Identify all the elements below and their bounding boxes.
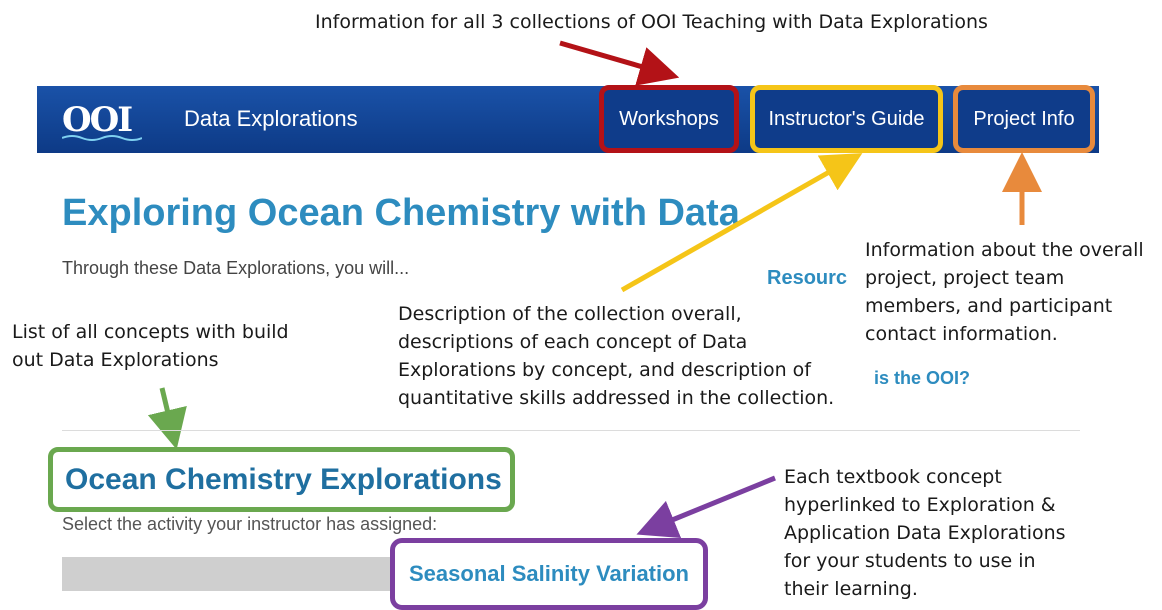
annotation-line: their learning. bbox=[784, 578, 918, 600]
annotation-line: for your students to use in bbox=[784, 550, 1036, 572]
annotation-line: List of all concepts with build bbox=[12, 321, 289, 343]
annotation-line: quantitative skills addressed in the col… bbox=[398, 387, 835, 409]
activity-placeholder-bar bbox=[62, 557, 392, 591]
annotation-line: out Data Explorations bbox=[12, 349, 219, 371]
annotation-line: Explorations by concept, and description… bbox=[398, 359, 811, 381]
divider bbox=[62, 430, 1080, 431]
annotation-line: descriptions of each concept of Data bbox=[398, 331, 748, 353]
resources-heading: Resourc bbox=[767, 267, 848, 289]
section-title: Ocean Chemistry Explorations bbox=[48, 447, 515, 512]
annotation-line: Information about the overall bbox=[865, 239, 1144, 261]
annotation-line: Each textbook concept bbox=[784, 466, 1002, 488]
annotation-line: project, project team bbox=[865, 267, 1065, 289]
annotation-textbook-concept: Each textbook concept hyperlinked to Exp… bbox=[784, 463, 1066, 603]
what-is-ooi-link[interactable]: is the OOI? bbox=[874, 368, 970, 389]
annotation-line: hyperlinked to Exploration & bbox=[784, 494, 1056, 516]
page-subtitle: Through these Data Explorations, you wil… bbox=[62, 258, 410, 278]
annotation-line: members, and participant bbox=[865, 295, 1113, 317]
annotation-instructors-guide: Description of the collection overall, d… bbox=[398, 300, 835, 412]
seasonal-salinity-link[interactable]: Seasonal Salinity Variation bbox=[390, 538, 708, 610]
annotation-line: Description of the collection overall, bbox=[398, 303, 742, 325]
annotation-line: Application Data Explorations bbox=[784, 522, 1066, 544]
annotation-line: contact information. bbox=[865, 323, 1058, 345]
annotation-project-info: Information about the overall project, p… bbox=[865, 236, 1148, 348]
select-instructions: Select the activity your instructor has … bbox=[62, 514, 438, 534]
annotation-concepts: List of all concepts with build out Data… bbox=[12, 318, 289, 374]
